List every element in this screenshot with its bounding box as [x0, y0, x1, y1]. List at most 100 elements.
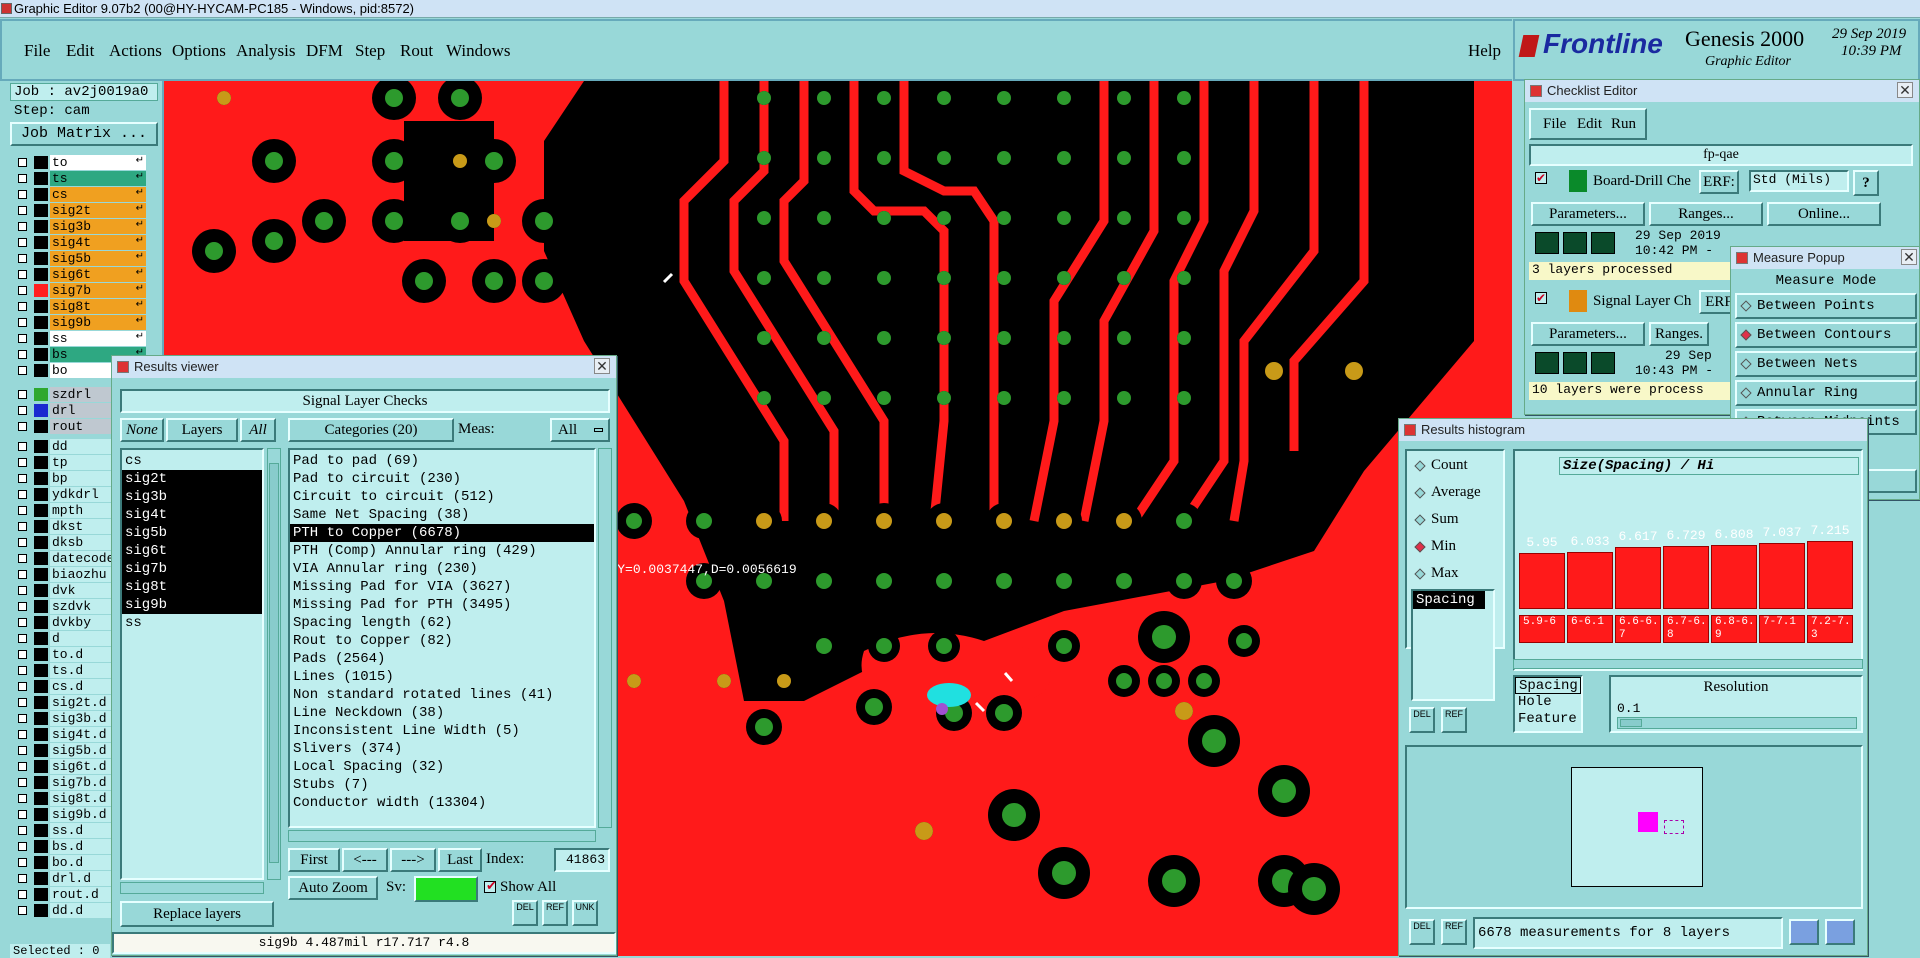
category-item[interactable]: Missing Pad for PTH (3495) — [290, 596, 594, 614]
histogram-mode-option[interactable]: Sum — [1414, 511, 1459, 528]
menu-help[interactable]: Help — [1468, 41, 1501, 61]
histogram-bar[interactable] — [1711, 544, 1757, 609]
auto-zoom-button[interactable]: Auto Zoom — [288, 876, 378, 900]
check1-erf-button[interactable]: ERF: — [1699, 170, 1739, 194]
layer-row[interactable]: sig9b ↵ — [14, 315, 162, 330]
menu-actions[interactable]: Actions — [109, 41, 162, 61]
layer-checkbox[interactable] — [18, 422, 27, 431]
layer-checkbox[interactable] — [18, 842, 27, 851]
ref-icon[interactable]: REF — [1441, 707, 1467, 733]
menu-edit[interactable]: Edit — [66, 41, 94, 61]
layer-row[interactable]: sig5b ↵ — [14, 251, 162, 266]
layer-checkbox[interactable] — [18, 794, 27, 803]
histogram-mode-option[interactable]: Count — [1414, 457, 1468, 474]
layer-checkbox[interactable] — [18, 190, 27, 199]
layer-checkbox[interactable] — [18, 698, 27, 707]
resolution-slider[interactable] — [1617, 717, 1857, 729]
category-item[interactable]: Spacing length (62) — [290, 614, 594, 632]
categories-hscrollbar[interactable] — [288, 830, 596, 842]
layer-row[interactable]: ts ↵ — [14, 171, 162, 186]
layer-list-item[interactable]: sig3b — [122, 488, 262, 506]
layer-checkbox[interactable] — [18, 222, 27, 231]
layer-checkbox[interactable] — [18, 650, 27, 659]
check1-ranges-button[interactable]: Ranges... — [1649, 202, 1763, 226]
layer-row[interactable]: ss ↵ — [14, 331, 162, 346]
slider-thumb[interactable] — [1620, 719, 1642, 727]
category-item[interactable]: Pads (2564) — [290, 650, 594, 668]
histogram-bar[interactable] — [1663, 545, 1709, 609]
check2-parameters-button[interactable]: Parameters... — [1531, 322, 1645, 346]
category-item[interactable]: Slivers (374) — [290, 740, 594, 758]
layer-name[interactable]: ts — [50, 171, 146, 186]
categories-button[interactable]: Categories (20) — [288, 418, 454, 442]
layer-checkbox[interactable] — [18, 714, 27, 723]
layer-checkbox[interactable] — [18, 334, 27, 343]
layer-checkbox[interactable] — [18, 238, 27, 247]
layer-row[interactable]: cs ↵ — [14, 187, 162, 202]
category-item[interactable]: Circuit to circuit (512) — [290, 488, 594, 506]
check1-checkbox[interactable]: ✔ — [1535, 172, 1547, 184]
layer-row[interactable]: sig7b ↵ — [14, 283, 162, 298]
chart-icon[interactable] — [1789, 919, 1819, 945]
layer-checkbox[interactable] — [18, 634, 27, 643]
category-item[interactable]: Pad to pad (69) — [290, 452, 594, 470]
menu-file[interactable]: File — [24, 41, 50, 61]
type-item[interactable]: Spacing — [1413, 591, 1485, 609]
layer-checkbox[interactable] — [18, 318, 27, 327]
close-icon[interactable]: ✕ — [1901, 249, 1917, 265]
layer-checkbox[interactable] — [18, 458, 27, 467]
layer-checkbox[interactable] — [18, 826, 27, 835]
histogram-bar[interactable] — [1615, 546, 1661, 609]
category-item[interactable]: PTH (Comp) Annular ring (429) — [290, 542, 594, 560]
run-icon[interactable] — [1535, 232, 1559, 254]
meas-select[interactable]: All — [550, 418, 610, 442]
replace-layers-button[interactable]: Replace layers — [120, 901, 274, 927]
layers-all-button[interactable]: All — [240, 418, 276, 442]
help-icon[interactable]: ? — [1853, 170, 1879, 196]
layer-checkbox[interactable] — [18, 390, 27, 399]
layer-checkbox[interactable] — [18, 682, 27, 691]
layer-name[interactable]: cs — [50, 187, 146, 202]
layer-checkbox[interactable] — [18, 730, 27, 739]
next-button[interactable]: ---> — [390, 848, 436, 872]
layer-row[interactable]: sig3b ↵ — [14, 219, 162, 234]
last-button[interactable]: Last — [438, 848, 482, 872]
layer-list-item[interactable]: sig2t — [122, 470, 262, 488]
layer-row[interactable]: sig2t ↵ — [14, 203, 162, 218]
layer-list-item[interactable]: ss — [122, 614, 262, 632]
layer-row[interactable]: sig6t ↵ — [14, 267, 162, 282]
category-item[interactable]: Stubs (7) — [290, 776, 594, 794]
check1-online-button[interactable]: Online... — [1767, 202, 1881, 226]
category-item[interactable]: Missing Pad for VIA (3627) — [290, 578, 594, 596]
histogram-mode-option[interactable]: Average — [1414, 484, 1481, 501]
menu-windows[interactable]: Windows — [446, 41, 510, 61]
layer-list-item[interactable]: sig4t — [122, 506, 262, 524]
layer-name[interactable]: sig5b — [50, 251, 146, 266]
del-icon[interactable]: DEL — [1409, 707, 1435, 733]
job-matrix-button[interactable]: Job Matrix ... — [10, 122, 158, 146]
run-icon[interactable] — [1563, 352, 1587, 374]
close-icon[interactable]: ✕ — [1897, 82, 1913, 98]
attr-item-feature[interactable]: Feature — [1515, 711, 1581, 728]
del-icon[interactable]: DEL — [1409, 919, 1435, 945]
layer-name[interactable]: sig4t — [50, 235, 146, 250]
layer-checkbox[interactable] — [18, 206, 27, 215]
layer-checkbox[interactable] — [18, 666, 27, 675]
layer-checkbox[interactable] — [18, 442, 27, 451]
measure-mode-option[interactable]: Between Nets — [1735, 351, 1917, 377]
layer-name[interactable]: ss — [50, 331, 146, 346]
layers-scrollbar[interactable] — [267, 448, 281, 880]
layer-checkbox[interactable] — [18, 778, 27, 787]
attr-item-hole[interactable]: Hole — [1515, 694, 1581, 711]
layer-row[interactable]: to ↵ — [14, 155, 162, 170]
run-icon[interactable] — [1591, 232, 1615, 254]
layer-checkbox[interactable] — [18, 602, 27, 611]
category-item[interactable]: Same Net Spacing (38) — [290, 506, 594, 524]
checklist-menu-file[interactable]: File — [1543, 116, 1566, 133]
ref-icon[interactable]: REF — [542, 900, 568, 926]
layers-hscrollbar[interactable] — [120, 882, 264, 894]
show-all-checkbox[interactable]: ✔ — [484, 878, 497, 893]
menu-options[interactable]: Options — [172, 41, 226, 61]
layer-list-item[interactable]: sig8t — [122, 578, 262, 596]
run-icon[interactable] — [1535, 352, 1559, 374]
